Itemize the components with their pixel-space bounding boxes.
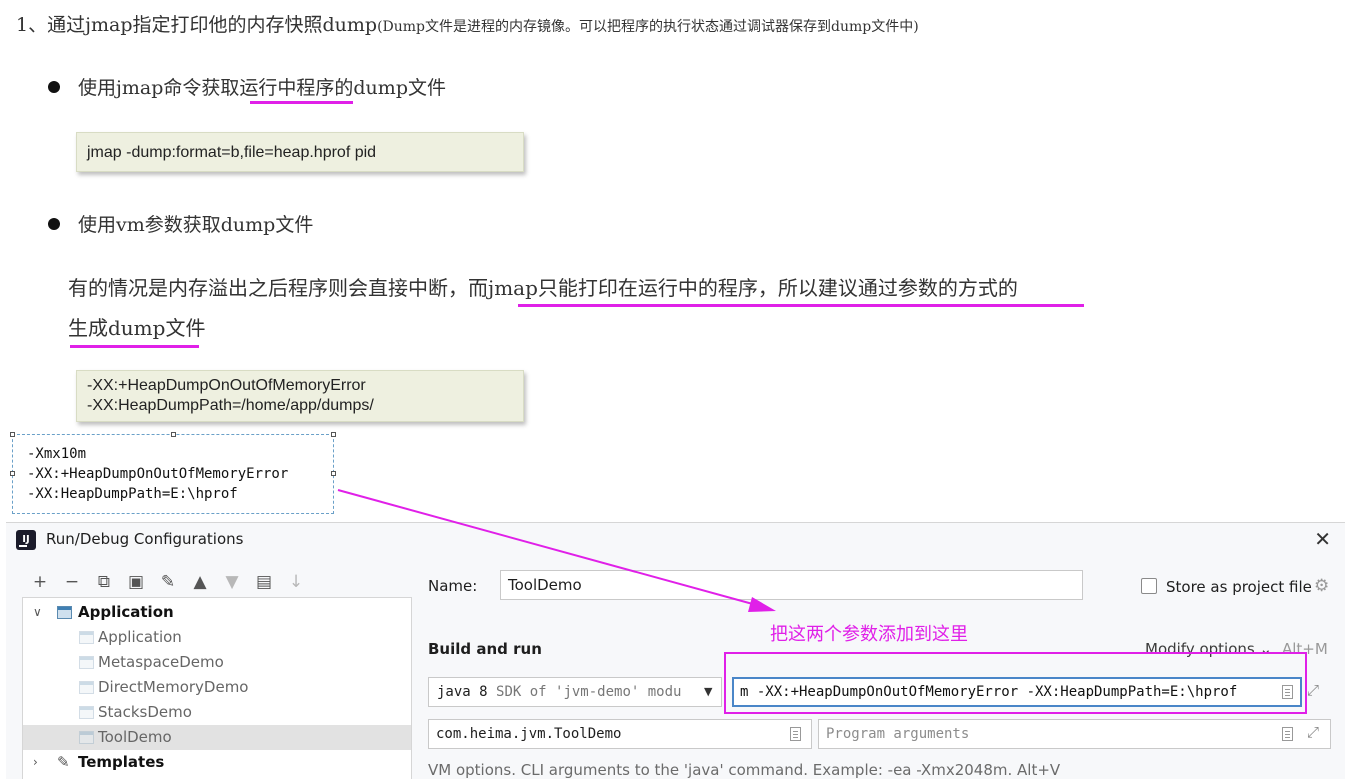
gear-icon[interactable]: ⚙ — [1314, 576, 1329, 596]
bullet-jmap-text: 使用jmap命令获取运行中程序的dump文件 — [78, 77, 446, 99]
run-debug-dialog: IJ Run/Debug Configurations ✕ + − ⧉ ▣ ✎ … — [6, 522, 1345, 779]
expand-icon[interactable]: ⤢ — [1307, 723, 1319, 741]
tree-item-label: DirectMemoryDemo — [98, 678, 249, 696]
tree-item-selected[interactable]: ToolDemo — [23, 725, 411, 750]
vm-options-hint: VM options. CLI arguments to the 'java' … — [428, 761, 1061, 779]
doc-heading: 1、通过jmap指定打印他的内存快照dump(Dump文件是进程的内存镜像。可以… — [16, 10, 919, 37]
selection-line: -XX:+HeapDumpOnOutOfMemoryError — [27, 466, 289, 482]
expand-text-icon[interactable] — [1282, 727, 1293, 741]
config-icon — [79, 731, 94, 744]
annotation-text: 把这两个参数添加到这里 — [770, 624, 968, 645]
copy-icon[interactable]: ⧉ — [92, 571, 116, 593]
selection-line: -Xmx10m — [27, 446, 87, 462]
tree-item[interactable]: Application — [23, 625, 411, 650]
name-label: Name: — [428, 577, 478, 595]
close-icon[interactable]: ✕ — [1314, 527, 1331, 551]
sdk-rest: SDK of 'jvm-demo' modu — [496, 684, 682, 700]
bullet-dot — [48, 81, 60, 93]
tree-item[interactable]: DirectMemoryDemo — [23, 675, 411, 700]
sdk-dropdown[interactable]: java 8 SDK of 'jvm-demo' modu — [428, 677, 722, 707]
sort-icon[interactable]: ↓ — [284, 571, 308, 593]
chevron-down-icon[interactable]: ∨ — [33, 600, 42, 625]
program-args-placeholder: Program arguments — [826, 726, 970, 742]
code-line: -XX:HeapDumpPath=/home/app/dumps/ — [87, 397, 374, 414]
add-icon[interactable]: + — [28, 571, 52, 593]
tree-group-application[interactable]: ∨ Application — [23, 600, 411, 625]
selected-text-box[interactable]: -Xmx10m -XX:+HeapDumpOnOutOfMemoryError … — [10, 432, 336, 514]
paragraph-line-2: 生成dump文件 — [68, 316, 206, 340]
bullet-dot — [48, 218, 60, 230]
name-field[interactable]: ToolDemo — [500, 570, 1083, 600]
tree-item[interactable]: MetaspaceDemo — [23, 650, 411, 675]
heading-note: (Dump文件是进程的内存镜像。可以把程序的执行状态通过调试器保存到dump文件… — [377, 19, 919, 35]
highlight-rectangle — [724, 652, 1307, 714]
templates-label: Templates — [78, 753, 165, 771]
tree-item-label: Application — [98, 628, 182, 646]
intellij-icon: IJ — [16, 530, 36, 550]
build-run-label: Build and run — [428, 640, 542, 658]
new-folder-icon[interactable]: ▤ — [252, 571, 276, 593]
wrench-icon: ✎ — [57, 753, 70, 771]
main-class-input[interactable]: com.heima.jvm.ToolDemo — [428, 719, 812, 749]
code-block-jmap: jmap -dump:format=b,file=heap.hprof pid — [76, 132, 524, 172]
chevron-right-icon[interactable]: › — [33, 750, 38, 775]
selection-line: -XX:HeapDumpPath=E:\hprof — [27, 486, 238, 502]
sdk-prefix: java 8 — [437, 684, 488, 700]
paragraph-line-1: 有的情况是内存溢出之后程序则会直接中断，而jmap只能打印在运行中的程序，所以建… — [68, 276, 1018, 300]
underline-generate-dump — [70, 345, 199, 348]
move-down-icon[interactable]: ▼ — [220, 571, 244, 593]
bullet-vm-text: 使用vm参数获取dump文件 — [78, 214, 314, 236]
store-project-label: Store as project file — [1166, 578, 1312, 596]
code-line: jmap -dump:format=b,file=heap.hprof pid — [87, 144, 377, 161]
tree-group-label: Application — [78, 603, 174, 621]
resize-handle[interactable] — [331, 432, 336, 437]
dialog-title: Run/Debug Configurations — [46, 530, 244, 548]
resize-handle[interactable] — [171, 432, 176, 437]
code-line: -XX:+HeapDumpOnOutOfMemoryError — [87, 377, 366, 394]
heading-main: 1、通过jmap指定打印他的内存快照dump — [16, 14, 378, 36]
save-icon[interactable]: ▣ — [124, 571, 148, 593]
bullet-jmap: 使用jmap命令获取运行中程序的dump文件 — [48, 73, 446, 100]
wrench-icon[interactable]: ✎ — [156, 571, 180, 593]
bullet-vm-params: 使用vm参数获取dump文件 — [48, 210, 313, 237]
move-up-icon[interactable]: ▲ — [188, 571, 212, 593]
underline-jmap-suggestion — [518, 304, 1084, 307]
config-icon — [79, 706, 94, 719]
store-project-checkbox[interactable] — [1141, 578, 1157, 594]
config-icon — [79, 631, 94, 644]
remove-icon[interactable]: − — [60, 571, 84, 593]
dropdown-arrow-icon[interactable]: ▼ — [704, 685, 712, 698]
tree-item[interactable]: StacksDemo — [23, 700, 411, 725]
config-icon — [79, 656, 94, 669]
browse-class-icon[interactable] — [790, 727, 801, 741]
resize-handle[interactable] — [331, 471, 336, 476]
config-tree: ∨ Application Application MetaspaceDemo … — [22, 597, 412, 779]
tree-group-templates[interactable]: › ✎ Templates — [23, 750, 411, 775]
tree-item-label: StacksDemo — [98, 703, 192, 721]
config-toolbar: + − ⧉ ▣ ✎ ▲ ▼ ▤ ↓ — [28, 571, 308, 593]
code-block-vm-params: -XX:+HeapDumpOnOutOfMemoryError -XX:Heap… — [76, 370, 524, 422]
expand-icon[interactable]: ⤢ — [1307, 681, 1319, 699]
program-arguments-input[interactable]: Program arguments — [818, 719, 1331, 749]
tree-item-label: ToolDemo — [98, 728, 172, 746]
resize-handle[interactable] — [10, 432, 15, 437]
resize-handle[interactable] — [10, 471, 15, 476]
tree-item-label: MetaspaceDemo — [98, 653, 224, 671]
config-icon — [79, 681, 94, 694]
application-icon — [57, 606, 72, 619]
underline-running-program — [250, 101, 353, 104]
